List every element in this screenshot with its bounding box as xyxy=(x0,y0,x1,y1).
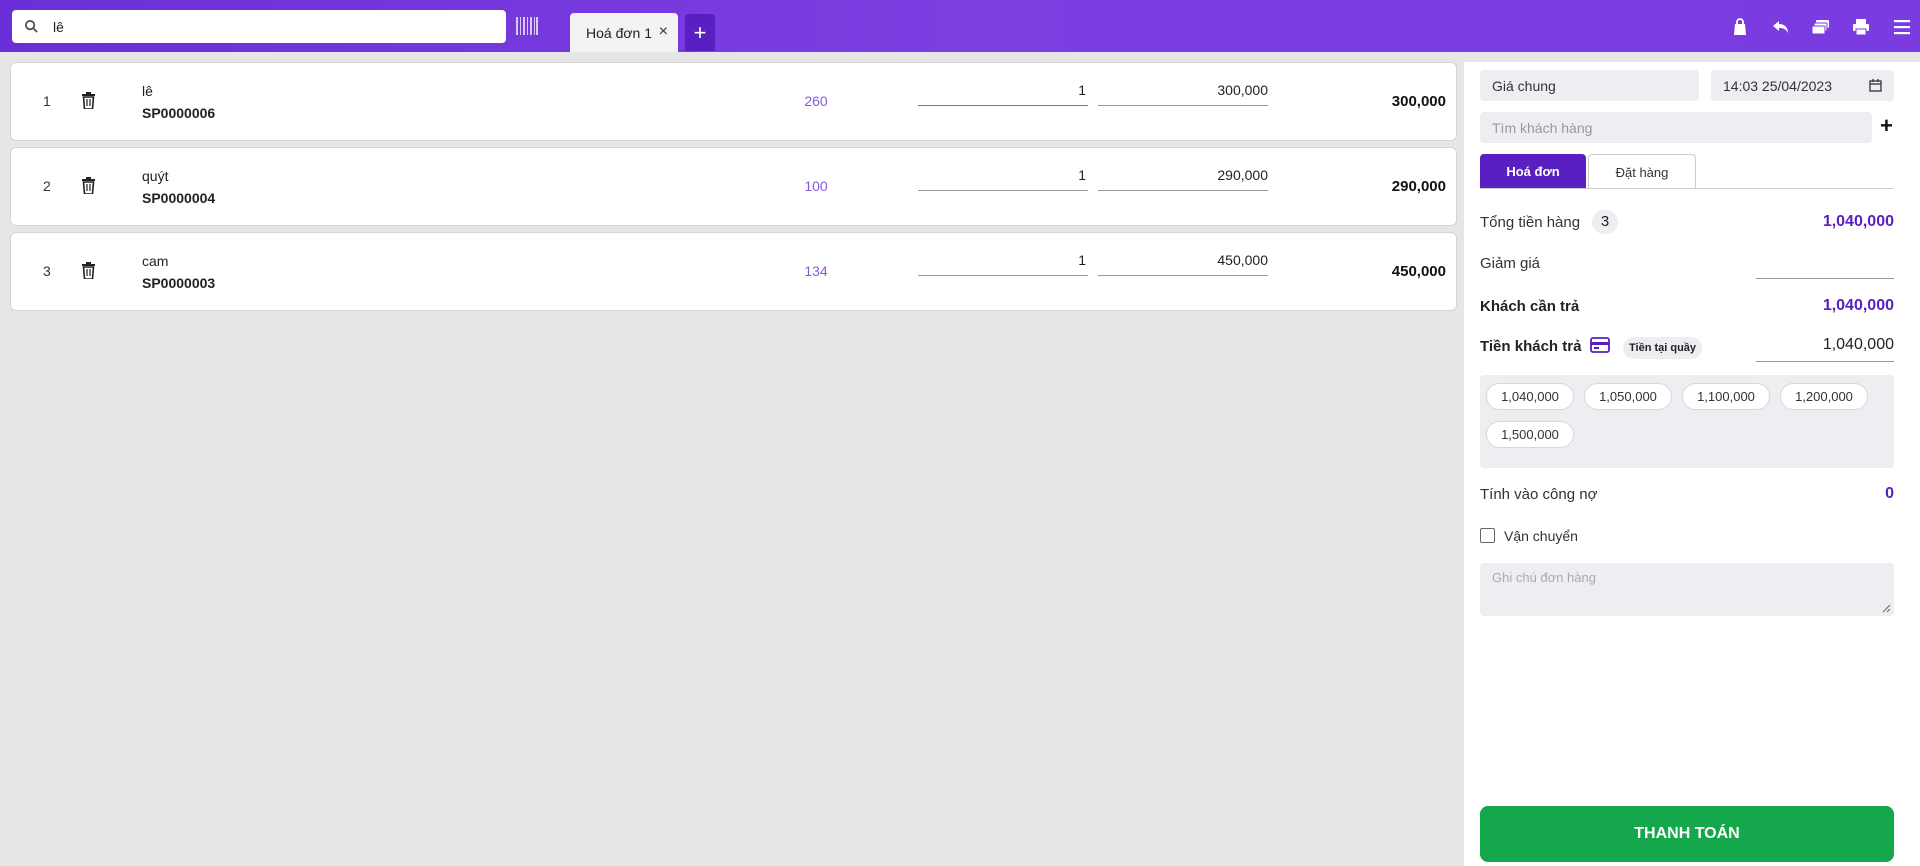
subtotal-value: 1,040,000 xyxy=(1822,213,1894,230)
search-icon xyxy=(24,19,38,33)
bag-icon[interactable] xyxy=(1730,17,1750,37)
search-input[interactable] xyxy=(53,18,473,35)
price-input[interactable]: 300,000 xyxy=(1098,82,1268,106)
tab-invoice-1[interactable]: Hoá đơn 1 × xyxy=(570,13,678,52)
line-item: 1 lê SP0000006 260 1 300,000 300,000 xyxy=(10,62,1457,141)
plus-icon: + xyxy=(693,19,707,45)
top-bar: Hoá đơn 1 × + xyxy=(0,0,1920,52)
close-icon[interactable]: × xyxy=(659,24,668,40)
line-index: 3 xyxy=(43,263,51,279)
barcode-icon[interactable] xyxy=(516,17,538,35)
quantity-input[interactable]: 1 xyxy=(918,82,1088,106)
product-code: SP0000006 xyxy=(142,105,216,121)
tab-order[interactable]: Đặt hàng xyxy=(1588,154,1696,189)
subtotal-label: Tổng tiền hàng xyxy=(1480,214,1581,231)
cash-icon[interactable] xyxy=(1811,17,1831,37)
line-index: 2 xyxy=(43,178,51,194)
product-name: lê xyxy=(142,83,153,99)
debt-label: Tính vào công nợ xyxy=(1480,486,1598,503)
debt-value: 0 xyxy=(1885,485,1894,502)
card-icon[interactable] xyxy=(1590,337,1610,353)
amount-due-value: 1,040,000 xyxy=(1822,297,1894,314)
undo-icon[interactable] xyxy=(1771,17,1791,37)
quantity-input[interactable]: 1 xyxy=(918,252,1088,276)
quick-amount-chip[interactable]: 1,050,000 xyxy=(1584,383,1672,410)
datetime-value: 14:03 25/04/2023 xyxy=(1723,77,1832,94)
menu-icon[interactable] xyxy=(1892,17,1912,37)
line-total: 290,000 xyxy=(1391,178,1446,195)
order-note-input[interactable]: Ghi chú đơn hàng xyxy=(1480,563,1894,616)
amount-due-label: Khách cần trả xyxy=(1480,298,1580,315)
shipping-checkbox[interactable] xyxy=(1480,528,1495,543)
stock-count[interactable]: 100 xyxy=(791,178,841,194)
quick-amount-chip[interactable]: 1,040,000 xyxy=(1486,383,1574,410)
tab-invoice[interactable]: Hoá đơn xyxy=(1480,154,1586,189)
line-total: 300,000 xyxy=(1391,93,1446,110)
item-count-badge: 3 xyxy=(1592,210,1618,234)
product-code: SP0000004 xyxy=(142,190,216,206)
line-total: 450,000 xyxy=(1391,263,1446,280)
quick-amount-chip[interactable]: 1,100,000 xyxy=(1682,383,1770,410)
price-input[interactable]: 450,000 xyxy=(1098,252,1268,276)
price-input[interactable]: 290,000 xyxy=(1098,167,1268,191)
quick-amount-chip[interactable]: 1,500,000 xyxy=(1486,421,1574,448)
price-list-select[interactable]: Giá chung xyxy=(1480,70,1699,101)
datetime-field[interactable]: 14:03 25/04/2023 xyxy=(1711,70,1894,101)
add-customer-button[interactable]: + xyxy=(1880,113,1893,139)
stock-count[interactable]: 260 xyxy=(791,93,841,109)
print-icon[interactable] xyxy=(1851,17,1871,37)
product-search[interactable] xyxy=(12,10,506,43)
discount-label: Giảm giá xyxy=(1480,255,1541,272)
resize-icon[interactable] xyxy=(1882,604,1891,613)
line-item: 2 quýt SP0000004 100 1 290,000 290,000 xyxy=(10,147,1457,226)
checkout-button[interactable]: THANH TOÁN xyxy=(1480,806,1894,862)
trash-icon[interactable] xyxy=(81,92,96,109)
quick-amount-chip[interactable]: 1,200,000 xyxy=(1780,383,1868,410)
add-tab-button[interactable]: + xyxy=(685,14,715,51)
shipping-label[interactable]: Vận chuyển xyxy=(1504,528,1578,544)
customer-paid-label: Tiền khách trả xyxy=(1480,338,1582,355)
product-name: cam xyxy=(142,253,169,269)
note-placeholder: Ghi chú đơn hàng xyxy=(1492,570,1596,585)
line-item: 3 cam SP0000003 134 1 450,000 450,000 xyxy=(10,232,1457,311)
stock-count[interactable]: 134 xyxy=(791,263,841,279)
calendar-icon[interactable] xyxy=(1869,79,1882,92)
discount-input[interactable] xyxy=(1756,255,1894,279)
line-index: 1 xyxy=(43,93,51,109)
product-code: SP0000003 xyxy=(142,275,216,291)
trash-icon[interactable] xyxy=(81,262,96,279)
trash-icon[interactable] xyxy=(81,177,96,194)
customer-search[interactable]: Tìm khách hàng xyxy=(1480,112,1872,143)
tab-label: Hoá đơn 1 xyxy=(586,24,653,41)
product-name: quýt xyxy=(142,168,169,184)
tab-divider xyxy=(1480,188,1894,189)
payment-method-badge[interactable]: Tiền tại quầy xyxy=(1623,337,1703,359)
customer-paid-input[interactable]: 1,040,000 xyxy=(1756,336,1894,362)
quantity-input[interactable]: 1 xyxy=(918,167,1088,191)
